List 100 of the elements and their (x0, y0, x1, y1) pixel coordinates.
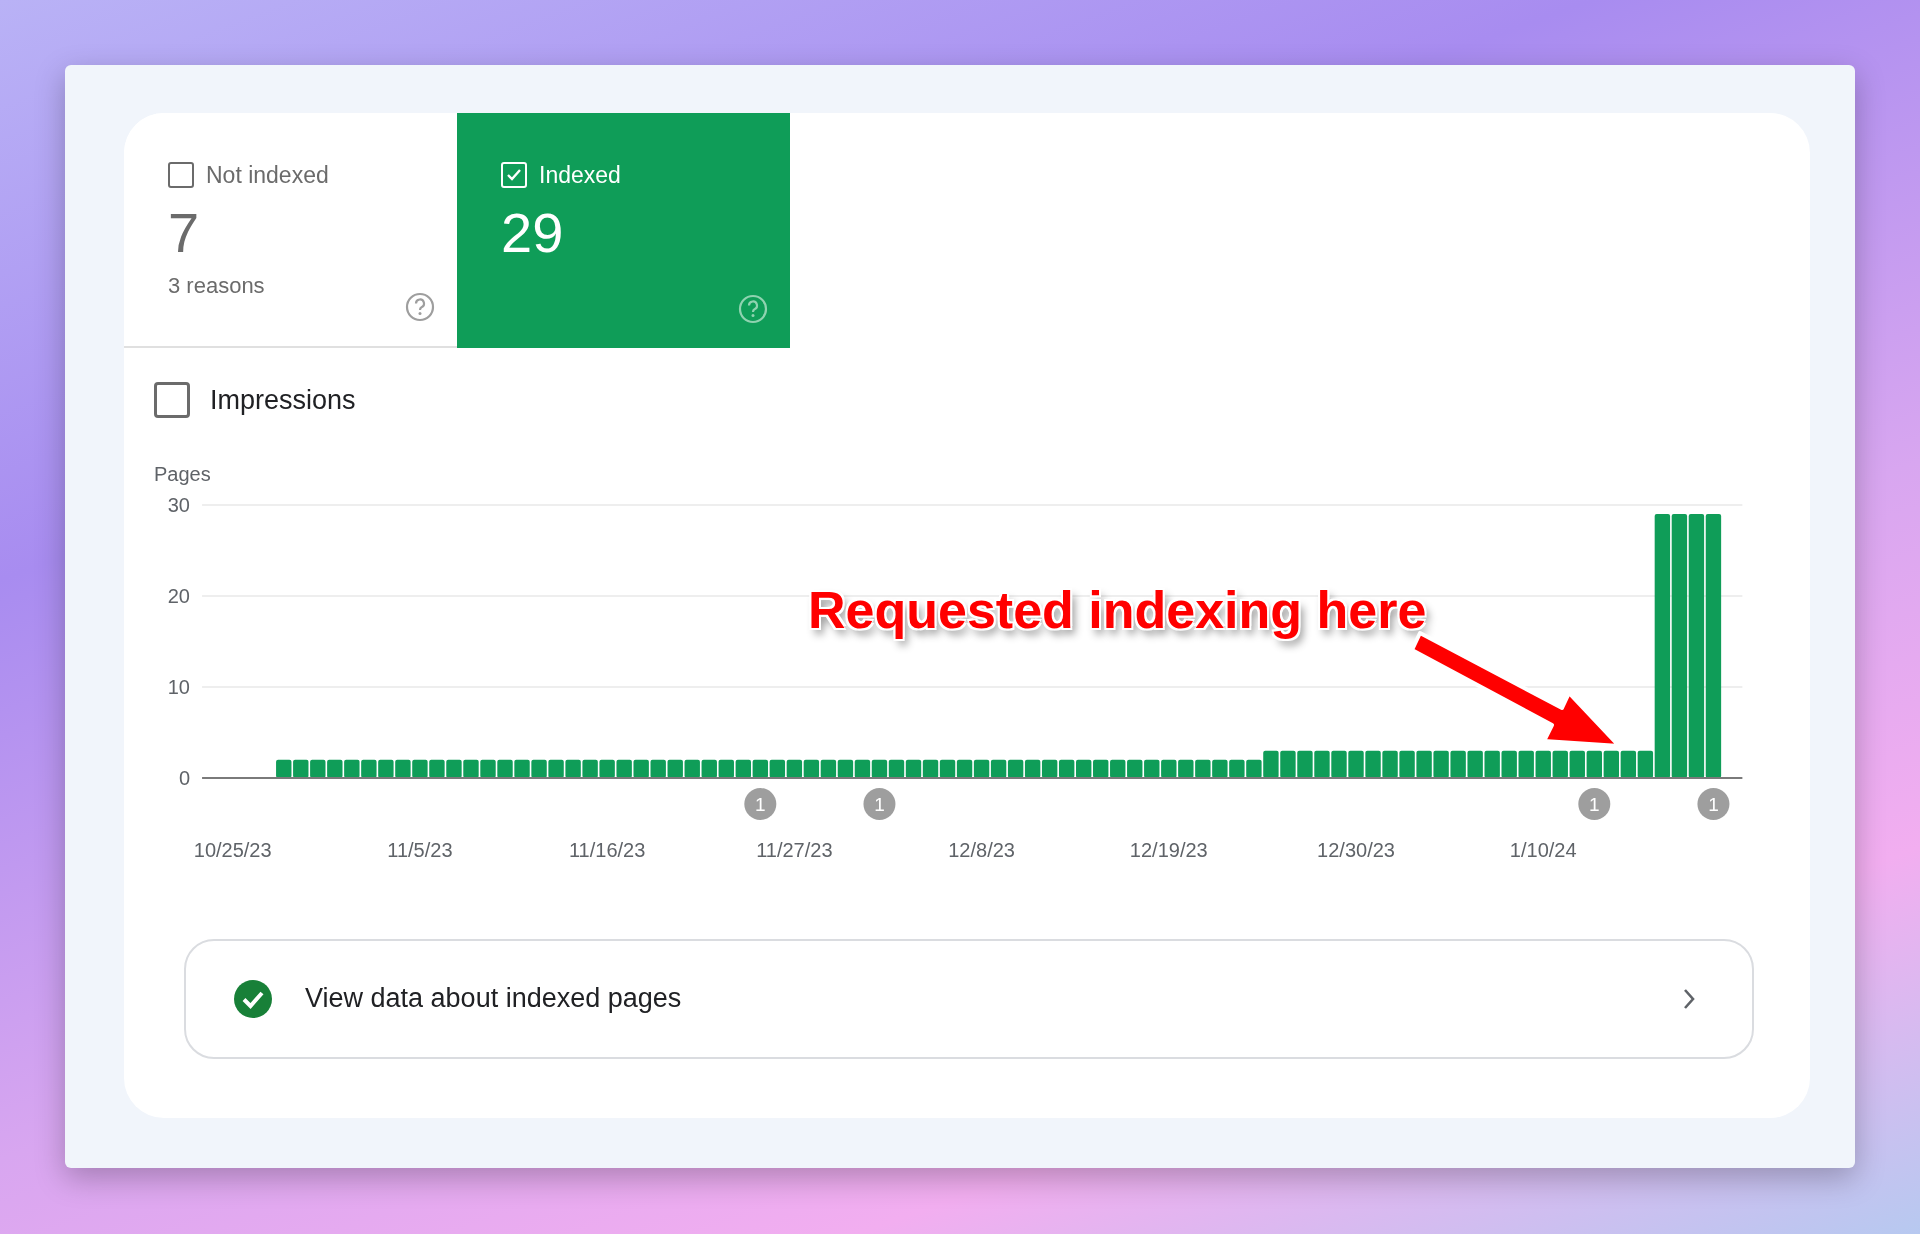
bar[interactable] (1399, 750, 1415, 778)
bar[interactable] (1331, 750, 1347, 778)
help-icon[interactable] (405, 292, 435, 322)
checkbox[interactable] (154, 382, 190, 419)
bar[interactable] (922, 759, 939, 778)
bar[interactable] (684, 759, 700, 778)
bar[interactable] (1076, 759, 1092, 778)
bar[interactable] (1586, 750, 1602, 778)
axis-tick-label: 12/19/23 (1129, 838, 1208, 861)
bar[interactable] (514, 759, 530, 778)
bar[interactable] (565, 759, 581, 778)
bar[interactable] (1297, 750, 1313, 778)
bar[interactable] (939, 759, 956, 778)
bar[interactable] (1671, 513, 1688, 778)
bar[interactable] (1467, 750, 1483, 778)
bar[interactable] (344, 759, 360, 778)
bar[interactable] (327, 759, 343, 778)
annotation-marker[interactable]: 1 (744, 787, 777, 820)
annotation-marker[interactable]: 1 (1578, 787, 1611, 820)
bar[interactable] (633, 759, 649, 778)
bar[interactable] (1450, 750, 1466, 778)
bar[interactable] (1314, 750, 1330, 778)
annotation-marker[interactable]: 1 (1697, 787, 1730, 820)
bar[interactable] (888, 759, 905, 778)
bar[interactable] (854, 759, 871, 778)
bar[interactable] (582, 759, 598, 778)
bar[interactable] (1484, 750, 1500, 778)
bar[interactable] (548, 759, 564, 778)
bar[interactable] (1059, 759, 1075, 778)
annotation-marker[interactable]: 1 (863, 787, 896, 820)
bar[interactable] (378, 759, 394, 778)
bar[interactable] (1127, 759, 1143, 778)
bar[interactable] (1637, 750, 1654, 778)
bar[interactable] (1654, 513, 1671, 778)
bar[interactable] (837, 759, 854, 778)
bar[interactable] (1161, 759, 1177, 778)
bar[interactable] (1518, 750, 1534, 778)
bar[interactable] (735, 759, 751, 778)
bar[interactable] (1365, 750, 1381, 778)
bar[interactable] (1620, 750, 1637, 778)
bar[interactable] (1229, 759, 1245, 778)
bar[interactable] (786, 759, 803, 778)
bar[interactable] (1024, 759, 1041, 778)
bar[interactable] (1348, 750, 1364, 778)
bar[interactable] (1280, 750, 1296, 778)
bar[interactable] (956, 759, 973, 778)
bar[interactable] (667, 759, 683, 778)
bar[interactable] (752, 759, 768, 778)
bar[interactable] (1416, 750, 1432, 778)
bar[interactable] (1263, 750, 1279, 778)
checkbox[interactable] (168, 162, 194, 189)
bar[interactable] (1093, 759, 1109, 778)
bar[interactable] (1603, 750, 1619, 778)
bar[interactable] (429, 759, 445, 778)
bar[interactable] (616, 759, 632, 778)
axis-tick-label: 30 (167, 493, 190, 516)
view-data-link[interactable]: View data about indexed pages (184, 938, 1754, 1059)
bar[interactable] (701, 759, 717, 778)
bar[interactable] (1144, 759, 1160, 778)
bar[interactable] (1688, 513, 1705, 778)
bar[interactable] (293, 759, 309, 778)
bar[interactable] (480, 759, 496, 778)
bar[interactable] (446, 759, 462, 778)
bar[interactable] (1433, 750, 1449, 778)
bar[interactable] (803, 759, 820, 778)
bar[interactable] (871, 759, 888, 778)
bar[interactable] (276, 759, 292, 778)
bar[interactable] (1705, 513, 1722, 778)
bar[interactable] (531, 759, 547, 778)
axis-tick-label: 11/5/23 (387, 838, 453, 861)
bar[interactable] (1382, 750, 1398, 778)
bar[interactable] (1552, 750, 1568, 778)
bar[interactable] (463, 759, 479, 778)
bar[interactable] (820, 759, 837, 778)
bar[interactable] (497, 759, 513, 778)
bar[interactable] (990, 759, 1007, 778)
bar[interactable] (412, 759, 428, 778)
bar[interactable] (650, 759, 666, 778)
bar[interactable] (1246, 759, 1262, 778)
bar[interactable] (599, 759, 615, 778)
bar[interactable] (1501, 750, 1517, 778)
bar[interactable] (361, 759, 377, 778)
bar[interactable] (905, 759, 922, 778)
card-label: Not indexed (206, 161, 329, 190)
card-count: 29 (501, 200, 565, 265)
bar[interactable] (1178, 759, 1194, 778)
bar[interactable] (1569, 750, 1585, 778)
bar[interactable] (718, 759, 734, 778)
bar[interactable] (973, 759, 990, 778)
bar[interactable] (1110, 759, 1126, 778)
bar[interactable] (395, 759, 411, 778)
bar[interactable] (769, 759, 786, 778)
bar[interactable] (1041, 759, 1058, 778)
bar[interactable] (1212, 759, 1228, 778)
bar[interactable] (1535, 750, 1551, 778)
status-card[interactable]: Indexed 29 (457, 113, 790, 348)
help-icon[interactable] (738, 294, 768, 324)
bar[interactable] (1195, 759, 1211, 778)
bar[interactable] (310, 759, 326, 778)
bar[interactable] (1007, 759, 1024, 778)
